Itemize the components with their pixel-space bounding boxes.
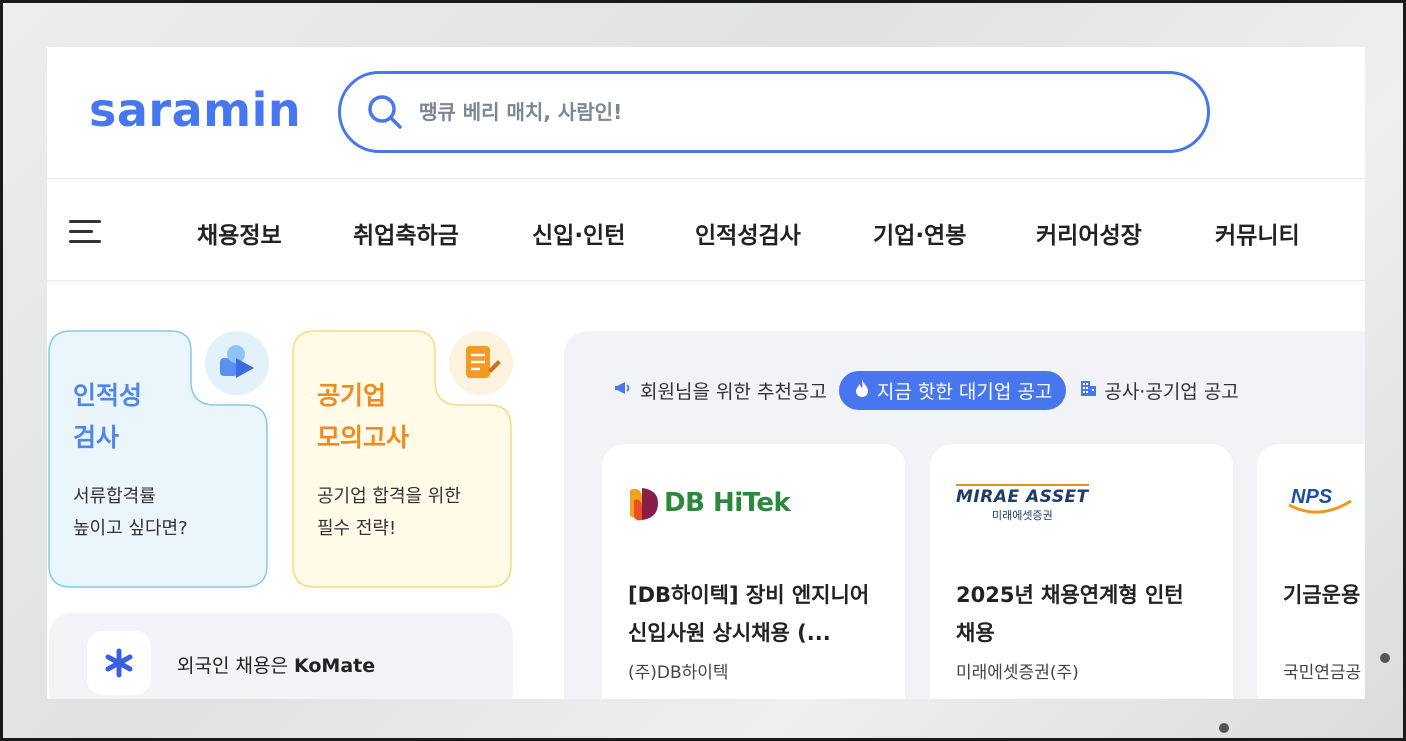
- mirae-asset-logo: MIRAE ASSET 미래에셋증권: [956, 478, 1089, 528]
- search-icon[interactable]: [365, 92, 405, 132]
- komate-banner[interactable]: 외국인 채용은 KoMate: [49, 613, 513, 699]
- saramin-logo[interactable]: saramin: [89, 83, 301, 137]
- komate-brand: KoMate: [293, 655, 376, 677]
- tab-hot-large-company[interactable]: 지금 핫한 대기업 공고: [838, 371, 1067, 410]
- job-title: 기금운용 문가 채용: [1283, 583, 1365, 607]
- screenshot-frame: saramin 채용정보 취업축하금 신입·인턴 인적성검사: [0, 0, 1406, 741]
- job-company: 국민연금공: [1283, 663, 1362, 683]
- asterisk-icon: [87, 631, 151, 695]
- saramin-page: saramin 채용정보 취업축하금 신입·인턴 인적성검사: [47, 47, 1365, 699]
- nav-item-intern[interactable]: 신입·인턴: [532, 216, 625, 250]
- play-icon: [205, 331, 269, 395]
- card-title: 공기업 모의고사: [317, 381, 410, 452]
- nav-item-jobs[interactable]: 채용정보: [197, 216, 282, 250]
- job-card[interactable]: DB HiTek [DB하이텍] 장비 엔지니어 신입사원 상시채용 (... …: [602, 444, 905, 699]
- job-title: [DB하이텍] 장비 엔지니어 신입사원 상시채용 (...: [628, 583, 870, 645]
- nps-logo: NPS: [1285, 478, 1355, 528]
- header: saramin: [47, 47, 1365, 179]
- card-desc: 서류합격률 높이고 싶다면?: [73, 486, 188, 539]
- megaphone-icon: [614, 378, 634, 403]
- background-dot: [1380, 653, 1390, 663]
- job-company: (주)DB하이텍: [628, 663, 729, 683]
- notepad-icon: [449, 331, 513, 395]
- fire-icon: [853, 378, 871, 403]
- nav-item-career[interactable]: 커리어성장: [1036, 216, 1142, 250]
- db-hitek-logo: DB HiTek: [628, 478, 791, 528]
- building-icon: [1078, 378, 1098, 403]
- nav-item-bonus[interactable]: 취업축하금: [353, 216, 459, 250]
- svg-text:NPS: NPS: [1291, 486, 1333, 508]
- card-desc: 공기업 합격을 위한 필수 전략!: [317, 486, 461, 539]
- job-card[interactable]: MIRAE ASSET 미래에셋증권 2025년 채용연계형 인턴 채용 미래에…: [930, 444, 1233, 699]
- nav-item-community[interactable]: 커뮤니티: [1215, 216, 1300, 250]
- tab-recommended[interactable]: 회원님을 위한 추천공고: [614, 371, 827, 410]
- job-recommendation-panel: 회원님을 위한 추천공고 지금 핫한 대기업 공고 공사·공기업 공고 DB H…: [564, 331, 1365, 699]
- job-title: 2025년 채용연계형 인턴 채용: [956, 583, 1184, 645]
- public-company-mock-test-card[interactable]: 공기업 모의고사 공기업 합격을 위한 필수 전략!: [292, 330, 513, 589]
- main-nav: 채용정보 취업축하금 신입·인턴 인적성검사 기업·연봉 커리어성장 커뮤니티: [47, 180, 1365, 281]
- card-title: 인적성 검사: [73, 381, 143, 452]
- tab-public-company[interactable]: 공사·공기업 공고: [1078, 371, 1239, 410]
- background-dot: [1219, 723, 1229, 733]
- job-company: 미래에셋증권(주): [956, 663, 1079, 683]
- aptitude-test-card[interactable]: 인적성 검사 서류합격률 높이고 싶다면?: [48, 330, 269, 589]
- menu-icon[interactable]: [69, 220, 101, 244]
- job-tabs: 회원님을 위한 추천공고 지금 핫한 대기업 공고 공사·공기업 공고: [614, 371, 1239, 410]
- nav-item-aptitude[interactable]: 인적성검사: [695, 216, 801, 250]
- nav-item-company[interactable]: 기업·연봉: [873, 216, 966, 250]
- search-input[interactable]: [419, 100, 1119, 124]
- komate-text: 외국인 채용은 KoMate: [177, 655, 376, 677]
- search-bar[interactable]: [338, 71, 1210, 153]
- job-card[interactable]: NPS 기금운용 문가 채용 국민연금공: [1257, 444, 1365, 699]
